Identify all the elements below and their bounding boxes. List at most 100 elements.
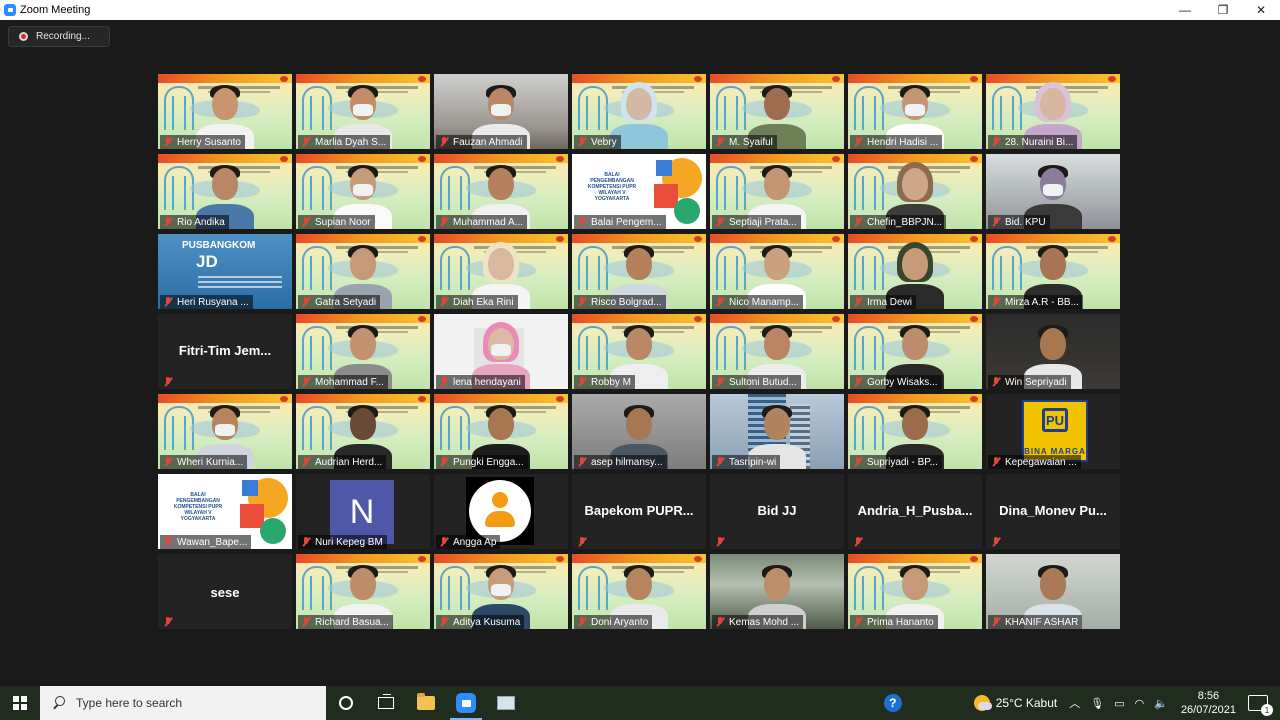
participant-tile[interactable]: Mirza A.R - BB... (986, 234, 1120, 309)
search-placeholder: Type here to search (76, 696, 183, 710)
participant-tile[interactable]: Angga Ap (434, 474, 568, 549)
file-explorer-button[interactable] (406, 686, 446, 720)
bina-marga-logo: PU BINA MARGA (1022, 400, 1088, 462)
pu-logo-icon (556, 236, 564, 242)
participant-tile[interactable]: Marlia Dyah S... (296, 74, 430, 149)
participant-tile[interactable]: Gatra Setyadi (296, 234, 430, 309)
participant-tile[interactable]: PUSBANGKOM JD Heri Rusyana ... (158, 234, 292, 309)
participant-tile[interactable]: Richard Basua... (296, 554, 430, 629)
participant-tile[interactable]: Gorby Wisaks... (848, 314, 982, 389)
participant-tile[interactable]: Bid JJ (710, 474, 844, 549)
volume-icon[interactable]: 🔈 (1154, 697, 1168, 710)
participant-name: Gorby Wisaks... (867, 376, 938, 388)
participant-tile[interactable]: BALAI PENGEMBANGAN KOMPETENSI PUPR WILAY… (572, 154, 706, 229)
microphone-icon[interactable]: 🎙 (1090, 697, 1104, 710)
recording-indicator[interactable]: Recording... (8, 26, 110, 47)
app-taskbar-button[interactable] (486, 686, 526, 720)
participant-tile[interactable]: Irma Dewi (848, 234, 982, 309)
participant-tile[interactable]: Risco Bolgrad... (572, 234, 706, 309)
microphone-muted-icon (577, 217, 587, 227)
microphone-muted-icon (577, 537, 587, 547)
participant-tile[interactable]: Prima Hananto (848, 554, 982, 629)
participant-tile[interactable]: Supian Noor (296, 154, 430, 229)
participant-tile[interactable]: Bapekom PUPR... (572, 474, 706, 549)
battery-icon[interactable]: ▭ (1114, 697, 1124, 710)
restore-button[interactable]: ❐ (1204, 0, 1242, 20)
minimize-button[interactable]: — (1166, 0, 1204, 20)
participant-tile[interactable]: Fitri-Tim Jem... (158, 314, 292, 389)
microphone-muted-icon (301, 377, 311, 387)
participant-name-tag: Risco Bolgrad... (574, 295, 666, 309)
microphone-muted-icon (301, 217, 311, 227)
participant-tile[interactable]: Audrian Herd... (296, 394, 430, 469)
person-head (488, 408, 514, 440)
participant-tile[interactable]: 28. Nuraini Bi... (986, 74, 1120, 149)
participant-tile[interactable]: KHANIF ASHAR (986, 554, 1120, 629)
taskbar-search[interactable]: Type here to search (40, 686, 326, 720)
cortana-button[interactable] (326, 686, 366, 720)
participant-tile[interactable]: Andria_H_Pusba... (848, 474, 982, 549)
notification-icon[interactable]: 1 (1248, 695, 1273, 716)
participant-tile[interactable]: Vebry (572, 74, 706, 149)
participant-tile[interactable]: Supriyadi - BP... (848, 394, 982, 469)
participant-tile[interactable]: Wheri Kurnia... (158, 394, 292, 469)
participant-name: Wawan_Bape... (177, 536, 248, 548)
participant-tile[interactable]: Septiaji Prata... (710, 154, 844, 229)
microphone-muted-icon (577, 617, 587, 627)
participant-tile[interactable]: Chefin_BBPJN... (848, 154, 982, 229)
participant-name-tag: Kepegawaian ... (988, 455, 1081, 469)
zoom-taskbar-button[interactable] (446, 686, 486, 720)
participant-tile[interactable]: N Nuri Kepeg BM (296, 474, 430, 549)
person-head (626, 328, 652, 360)
participant-tile[interactable]: M. Syaiful (710, 74, 844, 149)
help-icon[interactable]: ? (883, 694, 902, 712)
weather-icon[interactable] (973, 695, 992, 711)
network-icon[interactable]: ◠ (1135, 697, 1145, 710)
participant-tile[interactable]: Nico Manamp... (710, 234, 844, 309)
participant-tile[interactable]: Aditya Kusuma (434, 554, 568, 629)
participant-tile[interactable]: asep hilmansy... (572, 394, 706, 469)
background-title: JD (196, 252, 218, 271)
participant-tile[interactable]: Mohammad F... (296, 314, 430, 389)
weather-text[interactable]: 25°C Kabut (996, 696, 1058, 710)
participant-tile[interactable]: Muhammad A... (434, 154, 568, 229)
pu-logo-icon (418, 236, 426, 242)
participant-name-tag: Sultoni Butud... (712, 375, 801, 389)
clock[interactable]: 8:56 26/07/2021 (1181, 689, 1236, 717)
participant-tile[interactable]: lena hendayani (434, 314, 568, 389)
microphone-muted-icon (439, 377, 449, 387)
pu-logo-icon (832, 236, 840, 242)
participant-tile[interactable]: Hendri Hadisi ... (848, 74, 982, 149)
participant-tile[interactable]: Rio Andika (158, 154, 292, 229)
participant-name: Bid. KPU (1005, 216, 1046, 228)
microphone-muted-icon (991, 537, 1001, 547)
participant-tile[interactable]: PU BINA MARGA Kepegawaian ... (986, 394, 1120, 469)
microphone-muted-icon (577, 137, 587, 147)
microphone-muted-icon (715, 137, 725, 147)
participant-tile[interactable]: Diah Eka Rini (434, 234, 568, 309)
participant-name-tag: Gorby Wisaks... (850, 375, 942, 389)
participant-name: 28. Nuraini Bi... (1005, 136, 1074, 148)
participant-tile[interactable]: Fauzan Ahmadi (434, 74, 568, 149)
start-button[interactable] (0, 686, 40, 720)
participant-tile[interactable]: Dina_Monev Pu... (986, 474, 1120, 549)
task-view-button[interactable] (366, 686, 406, 720)
participant-tile[interactable]: BALAI PENGEMBANGAN KOMPETENSI PUPR WILAY… (158, 474, 292, 549)
participant-name: Audrian Herd... (315, 456, 383, 468)
participant-tile[interactable]: Robby M (572, 314, 706, 389)
participant-tile[interactable]: sese (158, 554, 292, 629)
pu-logo-icon (556, 156, 564, 162)
microphone-muted-icon (853, 377, 863, 387)
participant-tile[interactable]: Doni Aryanto (572, 554, 706, 629)
participant-tile[interactable]: Sultoni Butud... (710, 314, 844, 389)
participant-tile[interactable]: Tasripin-wi (710, 394, 844, 469)
participant-tile[interactable]: Win Sepriyadi (986, 314, 1120, 389)
participant-tile[interactable]: Herry Susanto (158, 74, 292, 149)
participant-tile[interactable]: Pungki Engga... (434, 394, 568, 469)
participant-tile[interactable]: Kemas Mohd ... (710, 554, 844, 629)
close-button[interactable]: ✕ (1242, 0, 1280, 20)
participant-name: Angga Ap (453, 536, 497, 548)
participant-name: Aditya Kusuma (453, 616, 521, 628)
chevron-up-icon[interactable]: ︿ (1069, 695, 1080, 711)
participant-tile[interactable]: Bid. KPU (986, 154, 1120, 229)
